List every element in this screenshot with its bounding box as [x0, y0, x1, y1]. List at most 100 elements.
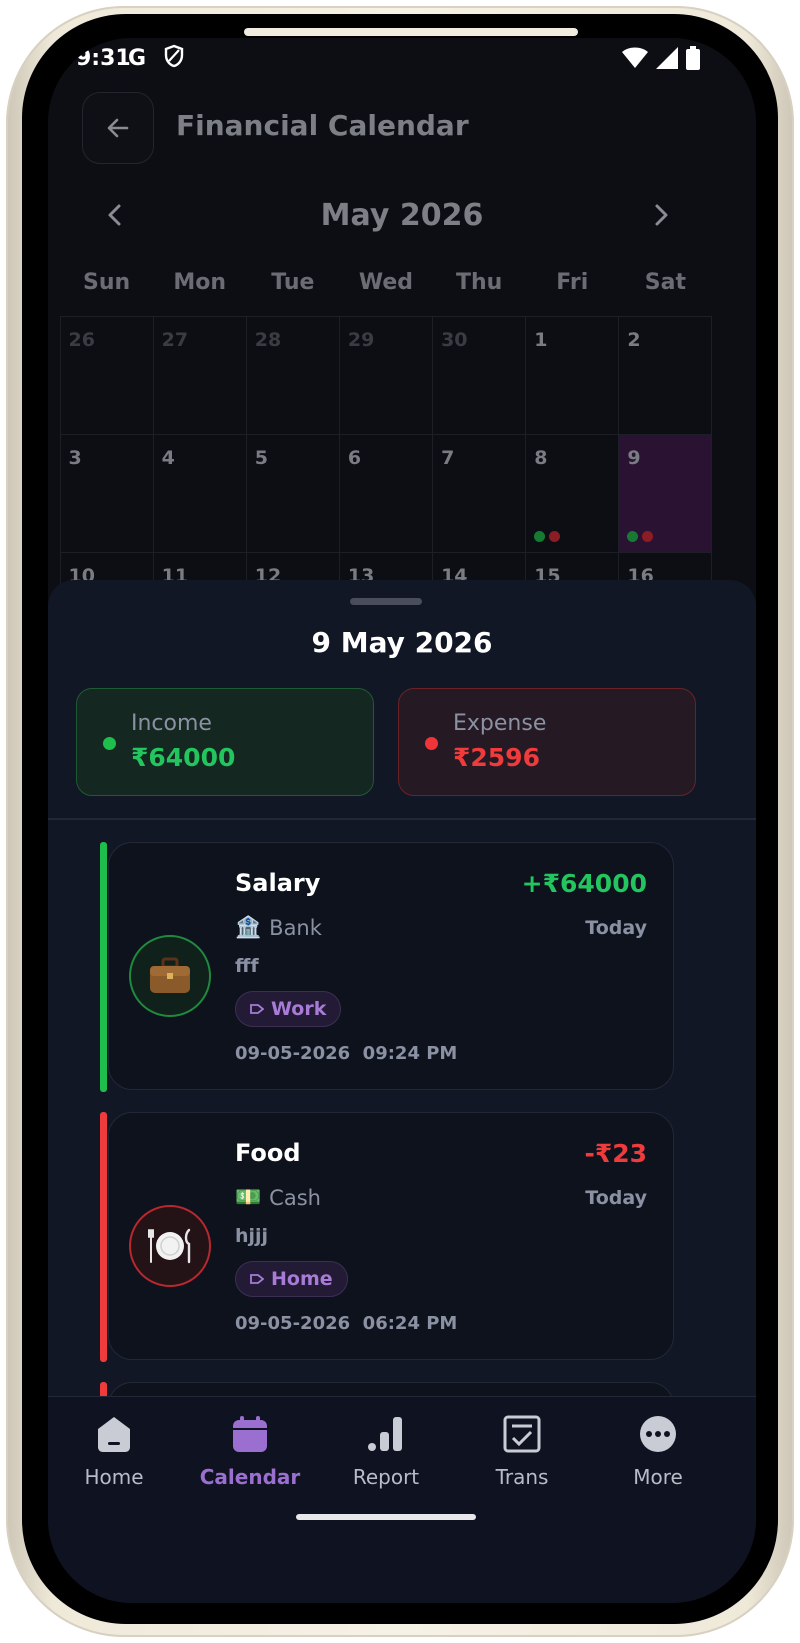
calendar-day[interactable]: 26 — [59, 315, 154, 435]
status-g-label: G — [128, 46, 147, 71]
account-label: Cash — [269, 1185, 321, 1210]
nav-label: Report — [352, 1465, 420, 1489]
drag-handle[interactable] — [350, 598, 422, 605]
weekday-label: Mon — [173, 270, 227, 295]
transaction-tag[interactable]: Home — [235, 1261, 348, 1297]
status-time: 9:31 — [76, 46, 131, 71]
day-indicators — [627, 530, 654, 542]
divider — [48, 818, 756, 820]
calendar-day[interactable]: 30 — [432, 315, 527, 435]
page-title: Financial Calendar — [176, 109, 469, 142]
month-navigator: May 2026 — [48, 188, 756, 244]
transaction-name: Food — [235, 1139, 301, 1167]
transaction-datetime: 09-05-2026 09:24 PM — [235, 1043, 458, 1064]
calendar-week-row: 26 27 28 29 30 1 2 — [59, 315, 713, 435]
transaction-item[interactable]: Salary +₹64000 🏦 Bank Today fff Work 09-… — [100, 842, 674, 1092]
cash-icon: 💵 — [235, 1185, 262, 1209]
weekday-header: Sun Mon Tue Wed Thu Fri Sat — [60, 270, 712, 295]
nav-report[interactable]: Report — [326, 1413, 446, 1489]
calendar-day[interactable]: 2 — [618, 315, 713, 435]
transaction-tag[interactable]: Work — [235, 991, 342, 1027]
transaction-datetime: 09-05-2026 06:24 PM — [235, 1313, 458, 1334]
calendar-day-selected[interactable]: 9 — [618, 433, 713, 553]
transaction-name: Salary — [235, 869, 321, 897]
nav-label: More — [633, 1465, 683, 1489]
calendar-week-row: 3 4 5 6 7 8 9 — [59, 433, 713, 553]
more-icon — [640, 1416, 676, 1452]
transaction-when: Today — [585, 1187, 647, 1209]
nav-label: Trans — [495, 1465, 549, 1489]
tag-icon — [250, 1004, 264, 1014]
nav-label: Calendar — [199, 1465, 301, 1489]
speaker-grille — [244, 28, 578, 36]
bottom-navigation: Home Calendar Report Trans More — [48, 1396, 756, 1603]
transaction-item[interactable]: Food -₹23 💵 Cash Today hjjj Home 09-05-2… — [100, 1112, 674, 1362]
plate-icon-glyph — [148, 1228, 191, 1264]
calendar-day[interactable]: 1 — [525, 315, 620, 435]
bank-icon: 🏦 — [235, 915, 262, 939]
home-indicator[interactable] — [296, 1514, 476, 1520]
day-number: 4 — [161, 446, 175, 469]
calendar-day[interactable]: 4 — [152, 433, 247, 553]
nav-more[interactable]: More — [598, 1413, 718, 1489]
clipboard-icon — [503, 1415, 541, 1453]
status-icons — [622, 46, 700, 70]
plate-icon — [129, 1205, 211, 1287]
transaction-note: fff — [235, 955, 259, 977]
calendar-day[interactable]: 28 — [245, 315, 340, 435]
nav-calendar[interactable]: Calendar — [190, 1413, 310, 1489]
income-value: ₹64000 — [131, 743, 236, 772]
home-icon — [98, 1417, 130, 1452]
transaction-card: Salary +₹64000 🏦 Bank Today fff Work 09-… — [108, 842, 674, 1090]
calendar-day[interactable]: 29 — [338, 315, 434, 435]
calendar-day[interactable]: 27 — [152, 315, 247, 435]
weekday-label: Tue — [271, 270, 315, 295]
tag-label: Home — [271, 1268, 333, 1290]
expense-dot — [642, 530, 654, 542]
battery-icon — [686, 46, 700, 70]
expense-label: Expense — [453, 711, 547, 736]
briefcase-icon-glyph — [150, 957, 190, 993]
transaction-note: hjjj — [235, 1225, 269, 1247]
income-summary-card: Income ₹64000 — [76, 688, 374, 796]
transaction-amount: +₹64000 — [521, 869, 647, 898]
expense-dot — [549, 530, 561, 542]
screen: 9:31 G Financial Calendar May 2026 Sun M… — [48, 38, 756, 1603]
transaction-account: 💵 Cash — [235, 1185, 321, 1210]
calendar-icon — [233, 1416, 267, 1452]
nav-trans[interactable]: Trans — [462, 1413, 582, 1489]
day-indicators — [534, 530, 561, 542]
calendar-day[interactable]: 3 — [59, 433, 154, 553]
day-number: 7 — [441, 446, 455, 469]
nav-home[interactable]: Home — [54, 1413, 174, 1489]
calendar-day[interactable]: 5 — [245, 433, 340, 553]
weekday-label: Thu — [455, 270, 503, 295]
chevron-right-icon[interactable] — [646, 200, 676, 230]
weekday-label: Wed — [358, 270, 414, 295]
weekday-label: Sat — [644, 270, 687, 295]
day-number: 8 — [534, 446, 548, 469]
income-label: Income — [131, 711, 212, 736]
tag-icon — [250, 1274, 264, 1284]
back-button[interactable] — [82, 92, 154, 164]
transaction-when: Today — [585, 917, 647, 939]
income-dot — [534, 530, 546, 542]
income-dot — [103, 737, 116, 750]
nav-label: Home — [84, 1465, 144, 1489]
day-number: 6 — [347, 446, 362, 469]
shield-icon — [164, 44, 184, 68]
calendar-day[interactable]: 6 — [338, 433, 434, 553]
app-header: Financial Calendar — [82, 92, 722, 164]
calendar-day[interactable]: 7 — [432, 433, 527, 553]
signal-icon — [656, 47, 678, 69]
weekday-label: Fri — [556, 270, 589, 295]
day-number: 5 — [254, 446, 269, 469]
day-number: 3 — [68, 446, 82, 469]
status-bar: 9:31 G — [48, 38, 756, 98]
transaction-color-bar — [100, 1112, 107, 1362]
wifi-icon — [622, 47, 648, 68]
weekday-label: Sun — [82, 270, 131, 295]
calendar-day[interactable]: 8 — [525, 433, 620, 553]
expense-dot — [425, 737, 438, 750]
briefcase-icon — [129, 935, 211, 1017]
